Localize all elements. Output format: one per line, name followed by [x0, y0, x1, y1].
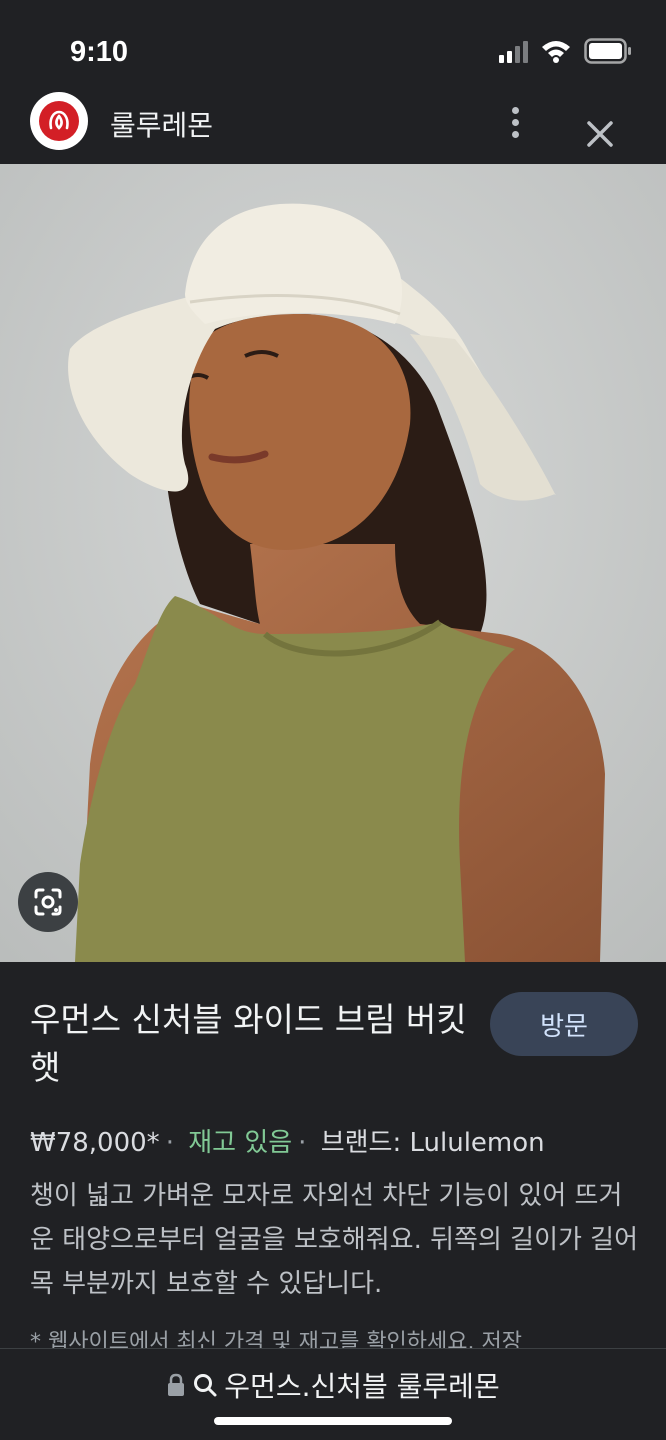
battery-icon [584, 38, 631, 64]
price-note: * 웹사이트에서 최신 가격 및 재고를 확인하세요. 저장 [30, 1330, 522, 1348]
product-meta: ₩78,000* · 재고 있음 · 브랜드: Lululemon [30, 1122, 545, 1159]
home-indicator[interactable] [214, 1417, 452, 1425]
separator: · [165, 1128, 174, 1158]
product-price: ₩78,000* [30, 1128, 160, 1158]
more-options-icon[interactable] [500, 100, 530, 144]
product-brand: 브랜드: Lululemon [320, 1128, 545, 1158]
product-description: 챙이 넓고 가벼운 모자로 자외선 차단 기능이 있어 뜨거운 태양으로부터 얼… [30, 1181, 639, 1299]
wifi-icon [542, 41, 570, 63]
browser-header: 룰루레몬 [0, 92, 666, 164]
product-title: 우먼스 신처블 와이드 브림 버킷 햇 [30, 1000, 467, 1087]
cellular-signal-icon [499, 39, 528, 63]
url-row[interactable]: 우먼스.신처블 룰루레몬 [0, 1365, 666, 1405]
status-bar: 9:10 [0, 0, 666, 92]
site-name: 룰루레몬 [110, 109, 214, 142]
separator: · [298, 1128, 307, 1158]
status-time: 9:10 [70, 36, 129, 68]
close-icon[interactable] [580, 114, 620, 154]
visit-button[interactable]: 방문 [490, 992, 638, 1056]
product-info-panel: 우먼스 신처블 와이드 브림 버킷 햇 방문 ₩78,000* · 재고 있음 · … [0, 962, 666, 1348]
lululemon-logo-icon [30, 92, 88, 150]
product-photo [0, 164, 666, 962]
lock-icon [168, 1373, 185, 1396]
google-lens-icon[interactable] [18, 872, 78, 932]
search-query: 우먼스.신처블 룰루레몬 [224, 1370, 500, 1403]
stock-status: 재고 있음 [188, 1128, 293, 1158]
product-image[interactable] [0, 164, 666, 962]
search-icon [194, 1374, 217, 1397]
bottom-url-bar[interactable]: 우먼스.신처블 룰루레몬 [0, 1348, 666, 1440]
status-icons [499, 38, 632, 64]
